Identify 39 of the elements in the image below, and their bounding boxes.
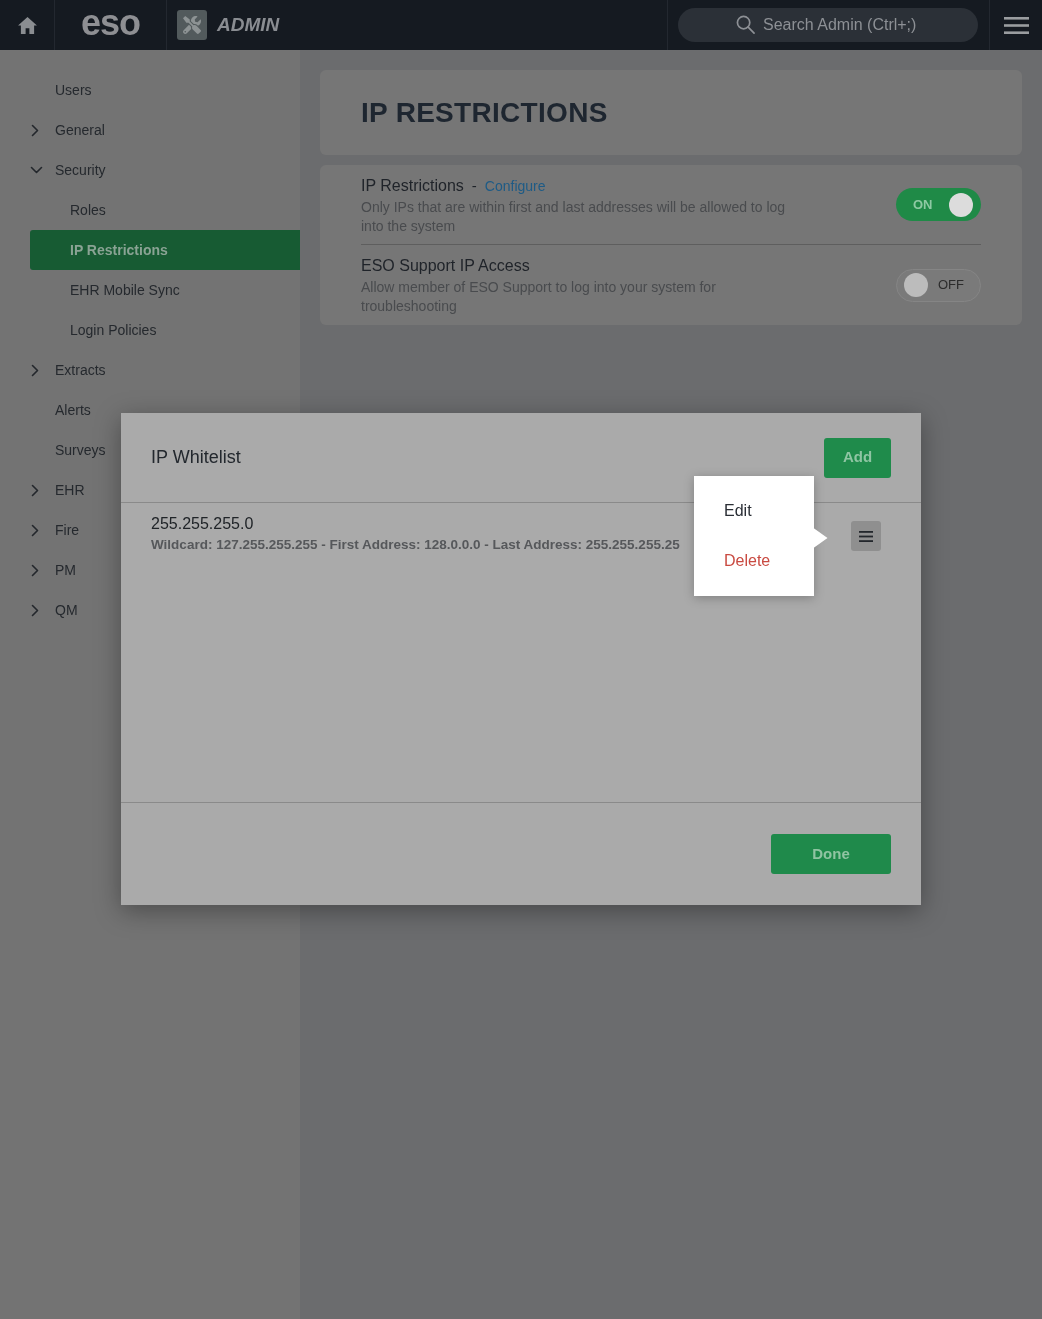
sidebar-item[interactable]: EHR Mobile Sync (70, 279, 180, 301)
sidebar-item[interactable]: IP Restrictions (30, 230, 300, 270)
sidebar-item[interactable]: Surveys (55, 439, 106, 461)
toggle-switch[interactable]: OFF (896, 268, 981, 302)
sidebar-item[interactable]: EHR (30, 479, 85, 501)
sidebar-item[interactable]: Security (30, 159, 106, 181)
configure-link[interactable]: Configure (484, 175, 546, 197)
sidebar-item[interactable]: Login Policies (70, 319, 157, 341)
setting-title: ESO Support IP Access (361, 256, 530, 276)
logo[interactable]: eso (80, 5, 140, 45)
menu-item[interactable]: Delete (694, 541, 814, 581)
search-icon (736, 15, 755, 34)
toggle-switch[interactable]: ON (896, 188, 981, 221)
sidebar-item[interactable]: Fire (30, 519, 80, 541)
sidebar-item[interactable]: PM (30, 559, 76, 581)
ip-details: Wildcard: 127.255.255.255 - First Address: 128.0.0.0 - Last Address: 255.255.255.25 (151, 536, 680, 554)
app-name: ADMIN (217, 12, 280, 37)
sidebar-item[interactable]: QM (30, 599, 78, 621)
page-title: IP RESTRICTIONS (361, 95, 608, 130)
sidebar-item[interactable]: Roles (70, 199, 106, 221)
knob-icon (949, 192, 973, 217)
sidebar-item[interactable]: Extracts (30, 359, 106, 381)
menu-icon[interactable] (1003, 16, 1029, 34)
ip-address: 255.255.255.0 (151, 514, 255, 534)
sidebar-item[interactable]: Users (55, 79, 92, 101)
add-button[interactable]: Add (824, 437, 891, 478)
setting-title: IP Restrictions (361, 175, 464, 196)
sidebar-item[interactable]: General (30, 119, 105, 141)
done-button[interactable]: Done (771, 834, 891, 874)
menu-item[interactable]: Edit (694, 491, 814, 531)
row-menu-button[interactable] (851, 521, 881, 551)
dialog-title: IP Whitelist (151, 446, 241, 469)
knob-icon (904, 273, 928, 297)
home-icon[interactable] (17, 16, 37, 34)
separator-dash: - (471, 175, 477, 196)
search-field[interactable]: Search Admin (Ctrl+;) (678, 8, 978, 42)
tools-icon (177, 10, 207, 40)
sidebar-item[interactable]: Alerts (55, 399, 91, 421)
menu-icon (859, 530, 873, 542)
